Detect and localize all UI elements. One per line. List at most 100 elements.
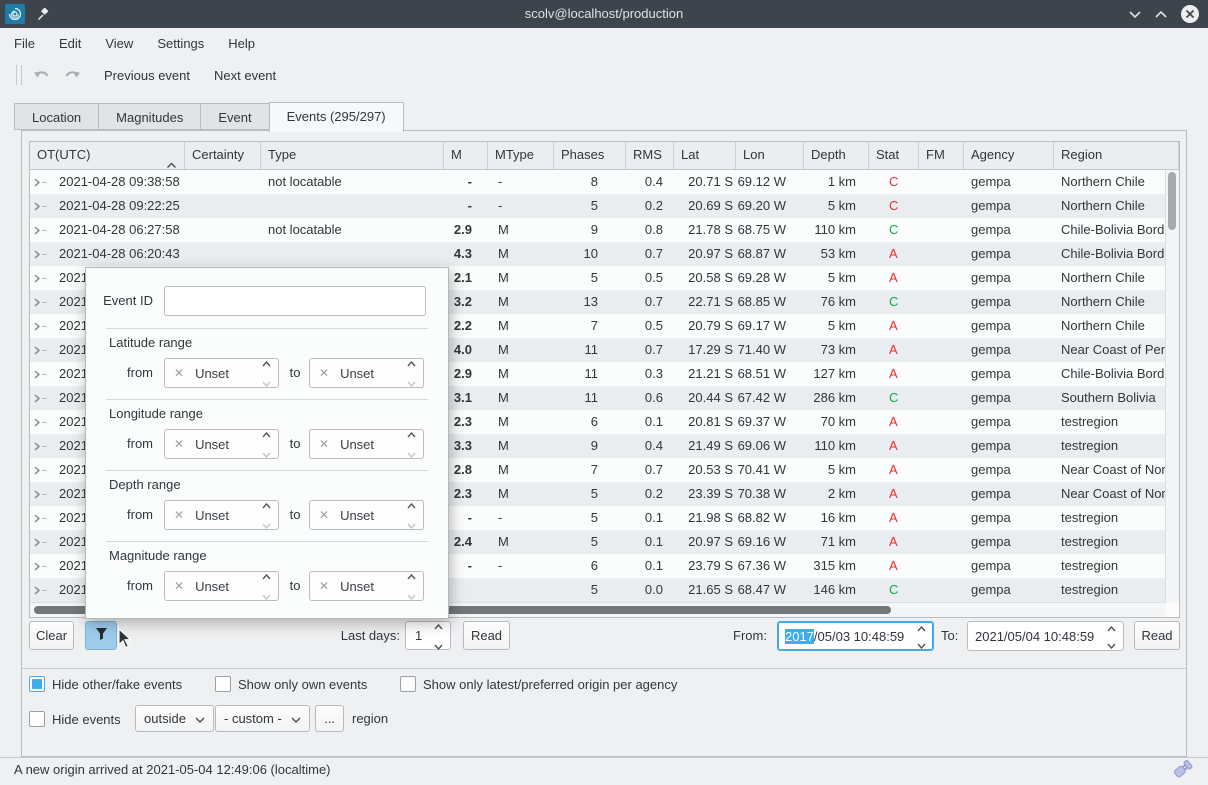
menu-settings[interactable]: Settings — [157, 36, 204, 51]
expand-row-icon[interactable] — [30, 562, 52, 571]
column-header-certainty[interactable]: Certainty — [185, 142, 261, 169]
checkbox-unchecked-icon[interactable] — [215, 676, 231, 692]
spin-buttons[interactable] — [399, 425, 423, 463]
spin-buttons[interactable] — [399, 354, 423, 392]
latitude-range-from-spinbox[interactable]: ✕Unset — [164, 358, 279, 388]
spin-buttons[interactable] — [254, 567, 278, 605]
column-header-region[interactable]: Region — [1054, 142, 1179, 169]
vertical-scrollbar[interactable] — [1165, 170, 1179, 603]
tab-event[interactable]: Event — [200, 103, 268, 130]
to-date-input[interactable]: 2021/05/04 10:48:59 — [967, 621, 1124, 651]
close-icon[interactable] — [1180, 4, 1200, 24]
column-header-mtype[interactable]: MType — [488, 142, 554, 169]
clear-value-icon[interactable]: ✕ — [319, 437, 329, 451]
tab-magnitudes[interactable]: Magnitudes — [98, 103, 200, 130]
expand-row-icon[interactable] — [30, 538, 52, 547]
spin-buttons[interactable] — [1099, 620, 1123, 652]
spin-buttons[interactable] — [254, 496, 278, 534]
table-row[interactable]: 2021-04-28 06:27:58not locatable2.9M90.8… — [30, 218, 1166, 242]
expand-row-icon[interactable] — [30, 394, 52, 403]
expand-row-icon[interactable] — [30, 226, 52, 235]
expand-row-icon[interactable] — [30, 298, 52, 307]
region-dropdown[interactable]: - custom - — [215, 705, 310, 732]
clear-value-icon[interactable]: ✕ — [174, 508, 184, 522]
next-arrow-icon[interactable] — [62, 67, 82, 83]
hide-other-checkbox[interactable]: Hide other/fake events — [29, 675, 182, 693]
column-header-m[interactable]: M — [444, 142, 488, 169]
clear-value-icon[interactable]: ✕ — [174, 366, 184, 380]
column-header-lat[interactable]: Lat — [674, 142, 736, 169]
vertical-scrollbar-thumb[interactable] — [1168, 172, 1176, 230]
column-header-fm[interactable]: FM — [919, 142, 964, 169]
clear-value-icon[interactable]: ✕ — [174, 579, 184, 593]
hide-events-checkbox[interactable]: Hide events — [29, 710, 121, 728]
checkbox-unchecked-icon[interactable] — [400, 676, 416, 692]
magnitude-range-from-spinbox[interactable]: ✕Unset — [164, 571, 279, 601]
previous-event-button[interactable]: Previous event — [102, 64, 192, 87]
longitude-range-to-spinbox[interactable]: ✕Unset — [309, 429, 424, 459]
expand-row-icon[interactable] — [30, 370, 52, 379]
menu-file[interactable]: File — [14, 36, 35, 51]
event-id-input[interactable] — [164, 286, 426, 316]
expand-row-icon[interactable] — [30, 514, 52, 523]
table-row[interactable]: 2021-04-28 09:22:25--50.220.69 S69.20 W5… — [30, 194, 1166, 218]
column-header-lon[interactable]: Lon — [736, 142, 804, 169]
expand-row-icon[interactable] — [30, 346, 52, 355]
checkbox-checked-icon[interactable] — [29, 676, 45, 692]
column-header-stat[interactable]: Stat — [869, 142, 919, 169]
last-days-spinbox[interactable]: 1 — [405, 621, 451, 650]
expand-row-icon[interactable] — [30, 418, 52, 427]
maximize-icon[interactable] — [1154, 10, 1168, 19]
menu-edit[interactable]: Edit — [59, 36, 81, 51]
expand-row-icon[interactable] — [30, 442, 52, 451]
expand-row-icon[interactable] — [30, 202, 52, 211]
latitude-range-to-spinbox[interactable]: ✕Unset — [309, 358, 424, 388]
next-event-button[interactable]: Next event — [212, 64, 278, 87]
checkbox-unchecked-icon[interactable] — [29, 711, 45, 727]
expand-row-icon[interactable] — [30, 250, 52, 259]
toolbar-handle[interactable] — [16, 65, 22, 85]
longitude-range-from-spinbox[interactable]: ✕Unset — [164, 429, 279, 459]
menu-view[interactable]: View — [105, 36, 133, 51]
depth-range-from-spinbox[interactable]: ✕Unset — [164, 500, 279, 530]
table-row[interactable]: 2021-04-28 06:20:434.3M100.720.97 S68.87… — [30, 242, 1166, 266]
clear-value-icon[interactable]: ✕ — [174, 437, 184, 451]
column-header-ot-utc[interactable]: OT(UTC) — [30, 142, 185, 169]
spin-buttons[interactable] — [399, 496, 423, 534]
spin-buttons[interactable] — [909, 620, 933, 652]
read-range-button[interactable]: Read — [1134, 621, 1180, 650]
show-latest-checkbox[interactable]: Show only latest/preferred origin per ag… — [400, 675, 677, 693]
tab-location[interactable]: Location — [14, 103, 98, 130]
column-header-agency[interactable]: Agency — [964, 142, 1054, 169]
table-row[interactable]: 2021-04-28 09:38:58not locatable--80.420… — [30, 170, 1166, 194]
outside-dropdown[interactable]: outside — [135, 705, 214, 732]
spin-buttons[interactable] — [254, 354, 278, 392]
clear-value-icon[interactable]: ✕ — [319, 579, 329, 593]
column-header-type[interactable]: Type — [261, 142, 444, 169]
region-browse-button[interactable]: ... — [315, 705, 344, 732]
clear-value-icon[interactable]: ✕ — [319, 508, 329, 522]
filter-toggle-button[interactable] — [85, 621, 117, 650]
spin-buttons[interactable] — [426, 617, 450, 655]
expand-row-icon[interactable] — [30, 466, 52, 475]
column-header-depth[interactable]: Depth — [804, 142, 869, 169]
spin-buttons[interactable] — [399, 567, 423, 605]
expand-row-icon[interactable] — [30, 274, 52, 283]
clear-button[interactable]: Clear — [29, 621, 74, 650]
column-header-phases[interactable]: Phases — [554, 142, 626, 169]
expand-row-icon[interactable] — [30, 586, 52, 595]
read-last-days-button[interactable]: Read — [463, 621, 510, 650]
show-own-checkbox[interactable]: Show only own events — [215, 675, 367, 693]
spin-buttons[interactable] — [254, 425, 278, 463]
expand-row-icon[interactable] — [30, 490, 52, 499]
depth-range-to-spinbox[interactable]: ✕Unset — [309, 500, 424, 530]
minimize-icon[interactable] — [1128, 10, 1142, 19]
tab-events-295-297[interactable]: Events (295/297) — [269, 102, 404, 132]
expand-row-icon[interactable] — [30, 178, 52, 187]
column-header-rms[interactable]: RMS — [626, 142, 674, 169]
clear-value-icon[interactable]: ✕ — [319, 366, 329, 380]
previous-arrow-icon[interactable] — [32, 67, 52, 83]
from-date-input[interactable]: 2017/05/03 10:48:59 — [777, 621, 934, 651]
menu-help[interactable]: Help — [228, 36, 255, 51]
expand-row-icon[interactable] — [30, 322, 52, 331]
